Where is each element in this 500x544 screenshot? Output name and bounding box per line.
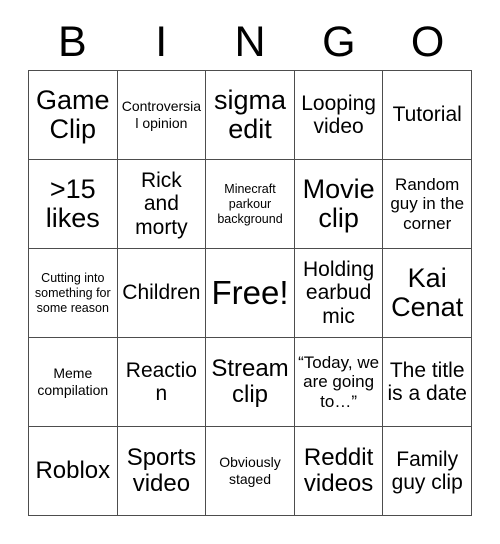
bingo-cell-r4-c3[interactable]: Stream clip [206, 338, 295, 427]
bingo-cell-label: Cutting into something for some reason [34, 270, 111, 315]
bingo-cell-r3-c4[interactable]: Holding earbud mic [294, 249, 384, 338]
bingo-cell-label: Rick and morty [135, 169, 188, 239]
bingo-cell-label: Obviously staged [219, 454, 281, 487]
bingo-header-letter-b: B [58, 17, 87, 66]
bingo-cell-r1-c3[interactable]: sigma edit [206, 71, 295, 160]
bingo-cell-r2-c4[interactable]: Movie clip [294, 160, 384, 249]
bingo-header-letter-i: I [155, 17, 168, 66]
bingo-cell-r5-c5[interactable]: Family guy clip [383, 427, 472, 516]
bingo-header-letter-o: O [410, 17, 445, 66]
bingo-cell-label: Stream clip [211, 355, 289, 408]
bingo-cell-label: “Today, we are going to…” [298, 352, 380, 411]
bingo-cell-label: Meme compilation [37, 365, 109, 398]
bingo-cell-r5-c2[interactable]: Sports video [117, 427, 207, 516]
bingo-cell-r3-c5[interactable]: Kai Cenat [383, 249, 472, 338]
bingo-cell-r3-c1[interactable]: Cutting into something for some reason [29, 249, 118, 338]
bingo-cell-label: Minecraft parkour background [217, 181, 283, 226]
bingo-cell-label: Sports video [126, 444, 197, 497]
bingo-header-row: B I N G O [28, 14, 472, 70]
bingo-cell-label: Children [122, 281, 201, 305]
bingo-cell-r4-c4[interactable]: “Today, we are going to…” [294, 338, 384, 427]
bingo-grid: Game Clip Controversial opinion sigma edit… [28, 70, 472, 516]
bingo-cell-r1-c5[interactable]: Tutorial [383, 71, 472, 160]
bingo-cell-r3-c2[interactable]: Children [117, 249, 207, 338]
bingo-cell-label: sigma edit [213, 85, 286, 144]
bingo-cell-r5-c1[interactable]: Roblox [29, 427, 118, 516]
bingo-cell-r2-c3[interactable]: Minecraft parkour background [206, 160, 295, 249]
bingo-cell-label: Holding earbud mic [302, 258, 375, 328]
bingo-cell-label: Kai Cenat [391, 263, 464, 322]
bingo-cell-label: Reddit videos [303, 444, 374, 497]
bingo-cell-r2-c5[interactable]: Random guy in the corner [383, 160, 472, 249]
bingo-cell-label: Movie clip [302, 174, 375, 233]
bingo-cell-label: Game Clip [36, 85, 110, 144]
bingo-cell-r4-c1[interactable]: Meme compilation [29, 338, 118, 427]
bingo-free-cell[interactable]: Free! [206, 249, 295, 338]
bingo-cell-r1-c4[interactable]: Looping video [294, 71, 384, 160]
bingo-header-letter-n: N [234, 17, 266, 66]
bingo-header-letter-g: G [322, 17, 356, 66]
bingo-cell-r1-c1[interactable]: Game Clip [29, 71, 118, 160]
bingo-cell-label: The title is a date [387, 358, 467, 405]
bingo-cell-label: Roblox [35, 457, 111, 485]
bingo-cell-label: Family guy clip [391, 447, 463, 494]
bingo-cell-label: Looping video [301, 91, 376, 138]
bingo-cell-r4-c2[interactable]: Reaction [117, 338, 207, 427]
bingo-cell-r5-c3[interactable]: Obviously staged [206, 427, 295, 516]
bingo-cell-r4-c5[interactable]: The title is a date [383, 338, 472, 427]
bingo-cell-r1-c2[interactable]: Controversial opinion [117, 71, 207, 160]
bingo-cell-label: Tutorial [392, 103, 462, 127]
bingo-card: B I N G O Game Clip Controversial opinion… [0, 0, 500, 544]
bingo-cell-label: Free! [211, 273, 289, 311]
bingo-cell-label: Reaction [125, 358, 197, 405]
bingo-cell-r5-c4[interactable]: Reddit videos [294, 427, 384, 516]
bingo-cell-label: >15 likes [45, 174, 100, 233]
bingo-cell-label: Controversial opinion [121, 98, 202, 131]
bingo-cell-r2-c2[interactable]: Rick and morty [117, 160, 207, 249]
bingo-cell-r2-c1[interactable]: >15 likes [29, 160, 118, 249]
bingo-cell-label: Random guy in the corner [390, 174, 465, 233]
